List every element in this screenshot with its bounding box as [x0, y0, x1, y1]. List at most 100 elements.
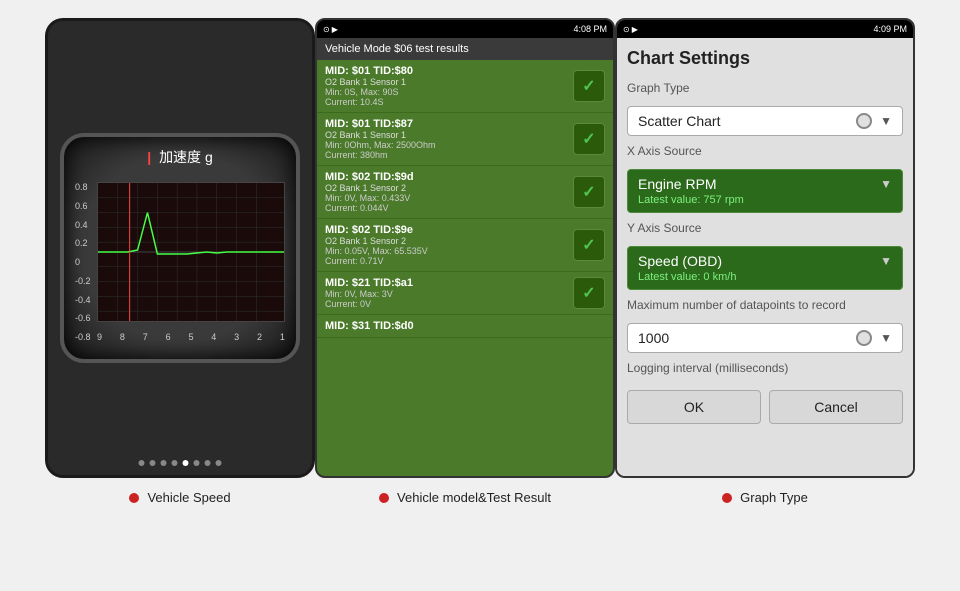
- test-item-5-left: MID: $21 TID:$a1 Min: 0V, Max: 3V Curren…: [325, 277, 413, 309]
- y-axis-dropdown[interactable]: Speed (OBD) ▼ Latest value: 0 km/h: [627, 246, 903, 290]
- graph-type-dropdown-right: ▼: [856, 113, 892, 129]
- chart-settings-title: Chart Settings: [627, 48, 903, 69]
- test-mid-4: MID: $02 TID:$9e: [325, 224, 428, 236]
- test-current-5: Current: 0V: [325, 299, 413, 309]
- ok-badge-4: ✓: [573, 229, 605, 261]
- status-time-2: 4:08 PM: [573, 24, 607, 34]
- test-item-6-left: MID: $31 TID:$d0: [325, 320, 414, 332]
- max-datapoints-value: 1000: [638, 330, 669, 346]
- max-datapoints-right: ▼: [856, 330, 892, 346]
- dot-5-active: [183, 460, 189, 466]
- test-item-2-left: MID: $01 TID:$87 O2 Bank 1 Sensor 1 Min:…: [325, 118, 436, 160]
- chart-settings-panel: Chart Settings Graph Type Scatter Chart …: [617, 38, 913, 476]
- test-item-6: MID: $31 TID:$d0: [317, 315, 613, 338]
- y-axis-value: Speed (OBD): [638, 253, 722, 269]
- labels-row: Vehicle Speed Vehicle model&Test Result …: [0, 478, 960, 505]
- gauge-title: | 加速度 g: [147, 147, 213, 167]
- logging-label: Logging interval (milliseconds): [627, 361, 903, 375]
- y-axis-labels: 0.8 0.6 0.4 0.2 0 -0.2 -0.4 -0.6 -0.8: [75, 182, 97, 342]
- test-mid-1: MID: $01 TID:$80: [325, 65, 413, 77]
- test-item-4: MID: $02 TID:$9e O2 Bank 1 Sensor 2 Min:…: [317, 219, 613, 272]
- ok-badge-5: ✓: [573, 277, 605, 309]
- dot-6: [194, 460, 200, 466]
- test-result-header: Vehicle Mode $06 test results: [317, 38, 613, 60]
- x-axis-label: X Axis Source: [627, 144, 903, 158]
- graph-type-arrow-icon: ▼: [880, 114, 892, 128]
- header-text: Vehicle Mode $06 test results: [325, 43, 469, 55]
- test-values-4: Min: 0.05V, Max: 65.535V: [325, 246, 428, 256]
- ok-badge-1: ✓: [573, 70, 605, 102]
- status-time-3: 4:09 PM: [873, 24, 907, 34]
- test-item-1: MID: $01 TID:$80 O2 Bank 1 Sensor 1 Min:…: [317, 60, 613, 113]
- test-sensor-1: O2 Bank 1 Sensor 1: [325, 77, 413, 87]
- test-items-list: MID: $01 TID:$80 O2 Bank 1 Sensor 1 Min:…: [317, 60, 613, 476]
- ok-button[interactable]: OK: [627, 390, 761, 424]
- y-axis-title-row: Speed (OBD) ▼: [638, 253, 892, 269]
- graph-type-dropdown[interactable]: Scatter Chart ▼: [627, 106, 903, 136]
- test-mid-6: MID: $31 TID:$d0: [325, 320, 414, 332]
- max-datapoints-row: 1000 ▼: [627, 323, 903, 353]
- graph-type-label: Graph Type: [627, 81, 903, 95]
- panel-vehicle-speed: | 加速度 g 0.8 0.6 0.4 0.2 0 -0.2 -0.4 -0.6: [45, 18, 315, 478]
- x-axis-dropdown[interactable]: Engine RPM ▼ Latest value: 757 rpm: [627, 169, 903, 213]
- label-text-1: Vehicle Speed: [147, 490, 230, 505]
- dot-2: [150, 460, 156, 466]
- x-axis-arrow-icon: ▼: [880, 177, 892, 191]
- label-vehicle-speed: Vehicle Speed: [45, 490, 315, 505]
- label-dot-2: [379, 493, 389, 503]
- settings-buttons: OK Cancel: [627, 390, 903, 424]
- y-axis-arrow-icon: ▼: [880, 254, 892, 268]
- max-datapoints-label: Maximum number of datapoints to record: [627, 298, 903, 312]
- gauge-widget: | 加速度 g 0.8 0.6 0.4 0.2 0 -0.2 -0.4 -0.6: [60, 133, 300, 363]
- graph-type-radio: [856, 113, 872, 129]
- chart-area: 0.8 0.6 0.4 0.2 0 -0.2 -0.4 -0.6 -0.8: [75, 182, 285, 342]
- dot-8: [216, 460, 222, 466]
- test-item-5: MID: $21 TID:$a1 Min: 0V, Max: 3V Curren…: [317, 272, 613, 315]
- page-dots: [139, 460, 222, 466]
- test-current-4: Current: 0.71V: [325, 256, 428, 266]
- ok-badge-3: ✓: [573, 176, 605, 208]
- status-bar-3: ⊙ ▶ 4:09 PM: [617, 20, 913, 38]
- max-datapoints-radio: [856, 330, 872, 346]
- test-sensor-4: O2 Bank 1 Sensor 2: [325, 236, 428, 246]
- x-axis-title-row: Engine RPM ▼: [638, 176, 892, 192]
- panel-graph-type: ⊙ ▶ 4:09 PM Chart Settings Graph Type Sc…: [615, 18, 915, 478]
- test-item-2: MID: $01 TID:$87 O2 Bank 1 Sensor 1 Min:…: [317, 113, 613, 166]
- label-test-result: Vehicle model&Test Result: [315, 490, 615, 505]
- dot-4: [172, 460, 178, 466]
- test-values-3: Min: 0V, Max: 0.433V: [325, 193, 414, 203]
- test-current-3: Current: 0.044V: [325, 203, 414, 213]
- marker-icon: |: [147, 149, 151, 165]
- test-current-2: Current: 380hm: [325, 150, 436, 160]
- label-dot-1: [129, 493, 139, 503]
- test-values-5: Min: 0V, Max: 3V: [325, 289, 413, 299]
- x-axis-latest: Latest value: 757 rpm: [638, 194, 892, 206]
- y-axis-latest: Latest value: 0 km/h: [638, 271, 892, 283]
- test-sensor-3: O2 Bank 1 Sensor 2: [325, 183, 414, 193]
- label-text-2: Vehicle model&Test Result: [397, 490, 551, 505]
- test-values-2: Min: 0Ohm, Max: 2500Ohm: [325, 140, 436, 150]
- test-item-3: MID: $02 TID:$9d O2 Bank 1 Sensor 2 Min:…: [317, 166, 613, 219]
- x-axis-value: Engine RPM: [638, 176, 717, 192]
- status-bar-2: ⊙ ▶ 4:08 PM: [317, 20, 613, 38]
- test-mid-3: MID: $02 TID:$9d: [325, 171, 414, 183]
- y-axis-label: Y Axis Source: [627, 221, 903, 235]
- phone-frame-2: ⊙ ▶ 4:08 PM Vehicle Mode $06 test result…: [315, 18, 615, 478]
- chart-title-text: 加速度 g: [159, 149, 213, 165]
- label-graph-type: Graph Type: [615, 490, 915, 505]
- label-text-3: Graph Type: [740, 490, 808, 505]
- test-mid-5: MID: $21 TID:$a1: [325, 277, 413, 289]
- test-item-1-left: MID: $01 TID:$80 O2 Bank 1 Sensor 1 Min:…: [325, 65, 413, 107]
- graph-type-value: Scatter Chart: [638, 113, 720, 129]
- test-item-3-left: MID: $02 TID:$9d O2 Bank 1 Sensor 2 Min:…: [325, 171, 414, 213]
- phone-frame-3: ⊙ ▶ 4:09 PM Chart Settings Graph Type Sc…: [615, 18, 915, 478]
- cancel-button[interactable]: Cancel: [769, 390, 903, 424]
- max-datapoints-arrow-icon: ▼: [880, 331, 892, 345]
- panel-test-result: ⊙ ▶ 4:08 PM Vehicle Mode $06 test result…: [315, 18, 615, 478]
- status-left-icons-3: ⊙ ▶: [623, 25, 638, 34]
- dot-1: [139, 460, 145, 466]
- dot-3: [161, 460, 167, 466]
- dot-7: [205, 460, 211, 466]
- x-axis-labels: 9 8 7 6 5 4 3 2 1: [97, 332, 285, 342]
- status-left-icons: ⊙ ▶: [323, 25, 338, 34]
